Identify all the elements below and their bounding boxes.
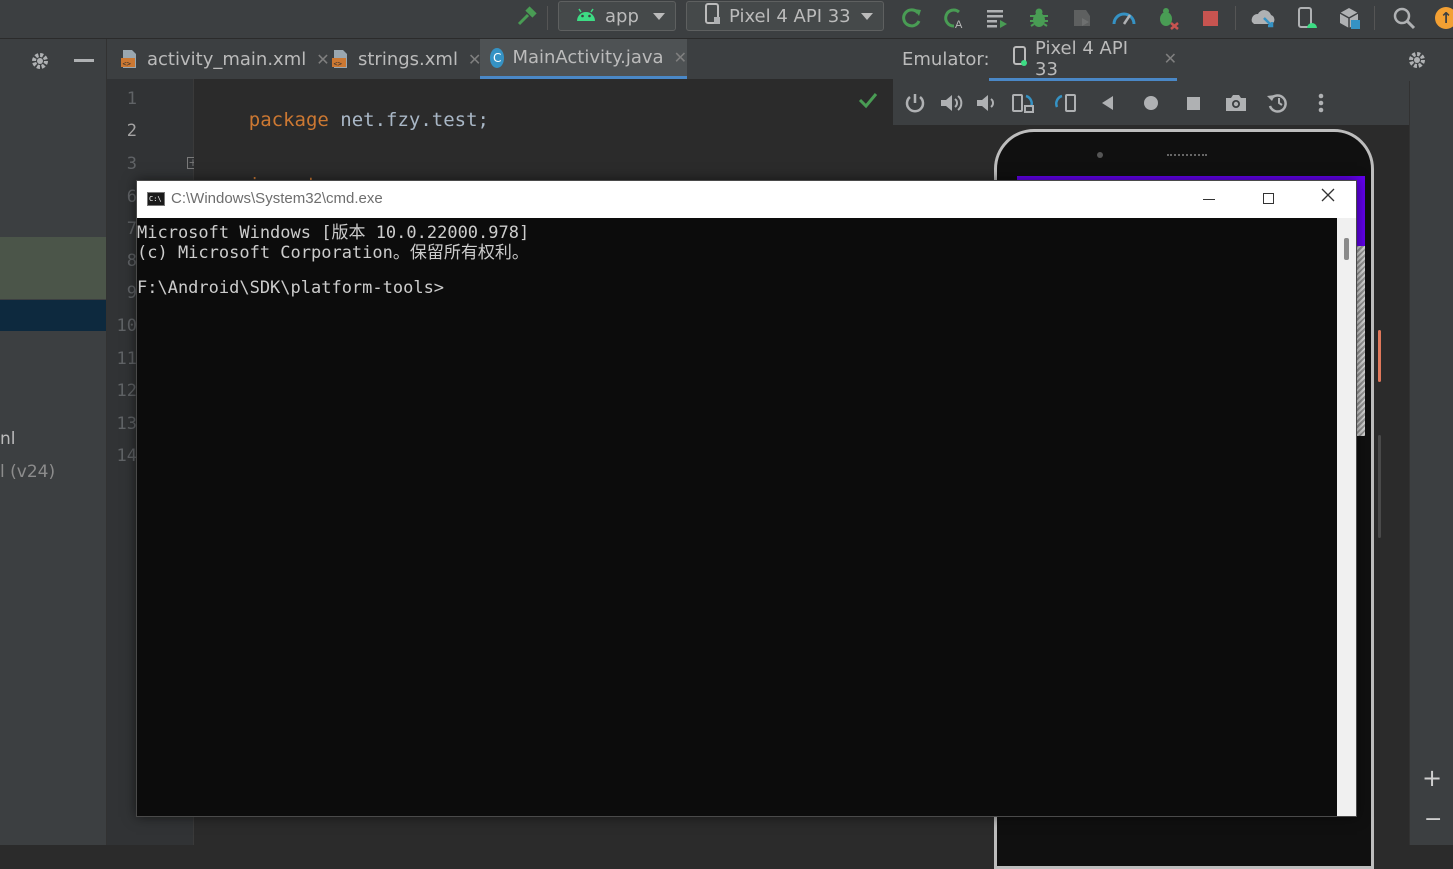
emulator-controls: [893, 81, 1453, 125]
more-icon[interactable]: [1318, 93, 1324, 117]
sdk-manager-icon[interactable]: [1336, 5, 1362, 31]
console-line: (c) Microsoft Corporation。保留所有权利。: [137, 243, 529, 263]
main-toolbar: app Pixel 4 API 33 A ↑: [0, 0, 1453, 39]
tab-activity-main-xml[interactable]: <> activity_main.xml ✕: [119, 39, 330, 79]
check-icon: [858, 91, 878, 113]
svg-text:<>: <>: [123, 60, 131, 68]
tab-main-activity-java[interactable]: C MainActivity.java ✕: [480, 39, 687, 79]
xml-file-icon: <>: [332, 50, 347, 68]
xml-file-icon: <>: [121, 50, 136, 68]
project-panel: nl l (v24): [0, 39, 107, 845]
emulator-header: Emulator: Pixel 4 API 33 ✕: [893, 38, 1453, 81]
speaker-grille: [1167, 154, 1207, 159]
svg-text:<>: <>: [334, 60, 342, 68]
minimize-icon[interactable]: [74, 59, 94, 62]
line-number: 11: [116, 349, 137, 369]
chevron-down-icon: [653, 12, 665, 20]
line-number: 12: [116, 381, 137, 401]
rerun-icon[interactable]: [899, 5, 925, 31]
debug-icon[interactable]: [1026, 5, 1052, 31]
rotate-right-icon[interactable]: [1053, 92, 1077, 118]
overview-icon[interactable]: [1187, 97, 1200, 110]
screenshot-icon[interactable]: [1224, 93, 1248, 117]
home-icon[interactable]: [1144, 96, 1158, 110]
gear-icon[interactable]: [1405, 48, 1429, 76]
chevron-down-icon: [861, 12, 873, 20]
java-class-icon: C: [490, 47, 505, 68]
device-label: Pixel 4 API 33: [729, 5, 851, 27]
device-power-button[interactable]: [1378, 435, 1381, 538]
line-number: 6: [126, 187, 137, 207]
apply-changes-icon[interactable]: A: [941, 5, 967, 31]
phone-icon: [1013, 46, 1027, 71]
device-volume-button[interactable]: [1378, 330, 1381, 382]
keyword: package: [248, 109, 329, 131]
code-line: package net.fzy.test;: [203, 87, 489, 153]
emulator-side-strip: + −: [1409, 81, 1453, 845]
scrollbar-thumb[interactable]: [1344, 238, 1349, 260]
line-number: 10: [116, 316, 137, 336]
close-icon[interactable]: ✕: [1164, 49, 1177, 68]
console-prompt: F:\Android\SDK\platform-tools>: [137, 278, 445, 298]
snapshot-icon[interactable]: [1266, 92, 1290, 118]
line-number: 13: [116, 414, 137, 434]
line-number: 2: [126, 121, 137, 141]
update-icon[interactable]: ↑: [1433, 5, 1453, 31]
line-number: 8: [126, 251, 137, 271]
svg-text:A: A: [955, 19, 963, 30]
sync-icon[interactable]: [1250, 5, 1276, 31]
line-number: 1: [126, 89, 137, 109]
android-icon: [575, 6, 597, 27]
zoom-out-button[interactable]: −: [1424, 807, 1442, 832]
run-config-label: app: [605, 5, 639, 27]
selected-row-highlight: [0, 237, 106, 299]
stop-icon[interactable]: [1197, 5, 1223, 31]
minimize-icon[interactable]: [1203, 199, 1215, 200]
line-number: 9: [126, 283, 137, 303]
close-icon[interactable]: ✕: [316, 50, 329, 69]
editor-tabs: <> activity_main.xml ✕ <> strings.xml ✕ …: [107, 39, 893, 79]
current-row-highlight: [0, 300, 106, 331]
volume-up-icon[interactable]: [939, 92, 963, 118]
profiler-icon[interactable]: [1111, 5, 1137, 31]
line-number: 7: [126, 219, 137, 239]
cmd-title: C:\Windows\System32\cmd.exe: [171, 190, 383, 207]
hammer-icon[interactable]: [514, 5, 540, 31]
cmd-console[interactable]: Microsoft Windows [版本 10.0.22000.978] (c…: [137, 218, 1337, 816]
cmd-window[interactable]: C:\ C:\Windows\System32\cmd.exe Microsof…: [136, 180, 1357, 817]
attach-debugger-icon[interactable]: [1154, 5, 1180, 31]
search-icon[interactable]: [1391, 5, 1417, 31]
tab-emulator-device[interactable]: Pixel 4 API 33 ✕: [989, 38, 1177, 81]
coverage-icon[interactable]: [1068, 5, 1094, 31]
cmd-icon: C:\: [147, 192, 165, 206]
gear-icon[interactable]: [28, 49, 52, 77]
tab-strings-xml[interactable]: <> strings.xml ✕: [330, 39, 481, 79]
close-icon[interactable]: [1320, 187, 1336, 207]
run-config-selector[interactable]: app: [558, 1, 676, 31]
tree-item[interactable]: l (v24): [0, 462, 55, 482]
device-selector[interactable]: Pixel 4 API 33: [686, 1, 884, 31]
maximize-icon[interactable]: [1263, 193, 1274, 204]
phone-icon: [705, 2, 721, 30]
emulator-label: Emulator:: [902, 49, 990, 70]
device-manager-icon[interactable]: [1293, 5, 1319, 31]
cmd-title-bar[interactable]: C:\ C:\Windows\System32\cmd.exe: [137, 181, 1356, 218]
line-number: 3: [126, 154, 137, 174]
cmd-scrollbar[interactable]: [1337, 218, 1356, 816]
tree-item[interactable]: nl: [0, 429, 16, 449]
zoom-in-button[interactable]: +: [1422, 764, 1442, 792]
close-icon[interactable]: ✕: [674, 48, 687, 67]
profile-list-icon[interactable]: [984, 5, 1010, 31]
back-icon[interactable]: [1102, 96, 1113, 110]
volume-down-icon[interactable]: [975, 92, 997, 118]
package-name: net.fzy.test;: [328, 109, 489, 131]
power-icon[interactable]: [904, 92, 926, 118]
camera-dot: [1097, 152, 1103, 158]
rotate-left-icon[interactable]: [1011, 92, 1035, 118]
line-number: 14: [116, 446, 137, 466]
